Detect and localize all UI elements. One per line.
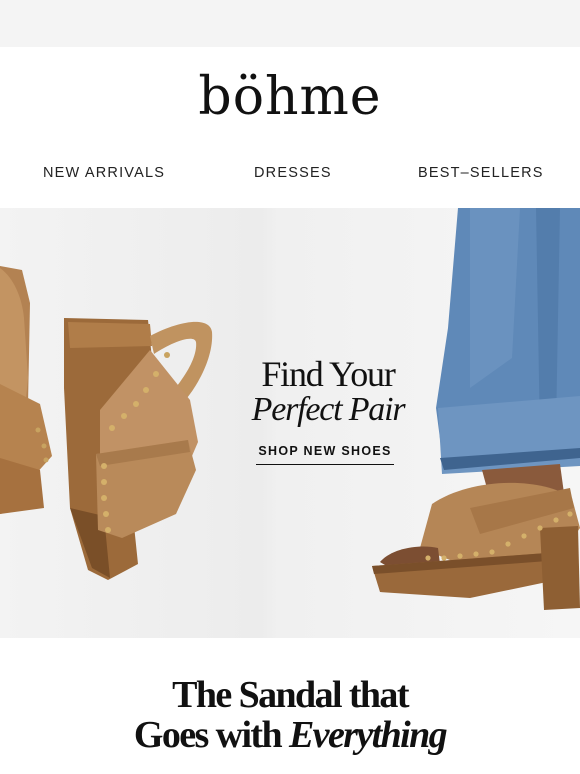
nav-best-sellers[interactable]: BEST–SELLERS xyxy=(418,165,544,181)
email-body: böhme NEW ARRIVALS DRESSES BEST–SELLERS xyxy=(0,47,580,774)
nav-new-arrivals[interactable]: NEW ARRIVALS xyxy=(43,165,165,181)
section-title-line2: Goes with Everything xyxy=(0,716,580,754)
page: böhme NEW ARRIVALS DRESSES BEST–SELLERS xyxy=(0,0,580,774)
main-nav: NEW ARRIVALS DRESSES BEST–SELLERS xyxy=(0,165,580,185)
nav-dresses[interactable]: DRESSES xyxy=(254,165,332,181)
section-title-line2-italic: Everything xyxy=(288,714,448,756)
hero-headline: Find Your Perfect Pair xyxy=(228,356,428,427)
hero-banner[interactable]: Find Your Perfect Pair SHOP NEW SHOES xyxy=(0,208,580,638)
section-title-line2-plain: Goes with xyxy=(133,714,289,756)
brand-logo[interactable]: böhme xyxy=(0,71,580,123)
left-sandal-pair-image xyxy=(0,266,213,580)
section-title-line1: The Sandal that xyxy=(172,674,409,716)
shop-new-shoes-link[interactable]: SHOP NEW SHOES xyxy=(256,444,394,465)
hero-title-line1: Find Your xyxy=(261,354,395,394)
hero-title-line2: Perfect Pair xyxy=(251,391,406,428)
section-title: The Sandal that Goes with Everything xyxy=(0,676,580,754)
